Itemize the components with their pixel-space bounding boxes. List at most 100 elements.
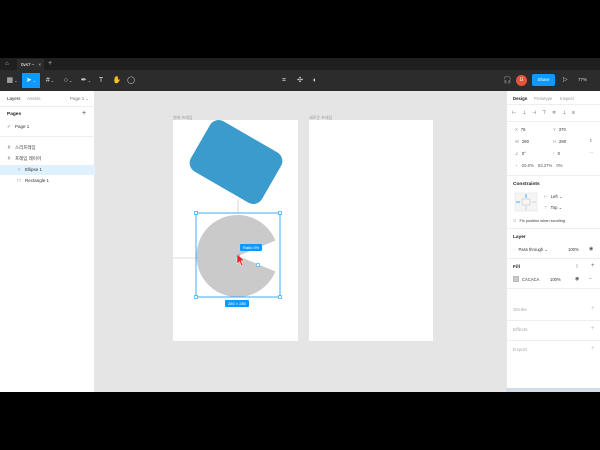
file-tab-label: 0vs7 –	[21, 62, 35, 67]
frame-icon: #	[7, 156, 11, 162]
align-bottom-icon[interactable]: ⊥	[562, 109, 566, 117]
align-right-icon[interactable]: ⊣	[532, 109, 536, 117]
pen-tool-icon[interactable]: ✒⌄	[78, 73, 94, 88]
more-options-icon[interactable]: ⋯	[589, 150, 593, 155]
check-icon: ✓	[6, 124, 12, 130]
add-effect-button[interactable]: +	[591, 326, 595, 332]
left-panel-tabs: Layers Assets Page 1 ⌄	[0, 91, 95, 107]
close-tab-icon[interactable]: ×	[38, 59, 41, 70]
divider	[507, 175, 600, 176]
tab-layers[interactable]: Layers	[7, 96, 21, 101]
components-icon[interactable]: ✣	[295, 73, 305, 88]
new-tab-button[interactable]: +	[48, 58, 52, 70]
corner-value: 0	[557, 151, 560, 156]
page-dropdown[interactable]: Page 1 ⌄	[70, 96, 89, 102]
fill-opacity[interactable]: 100%	[550, 277, 561, 282]
move-tool-icon[interactable]: ➤⌄	[22, 73, 40, 88]
tab-inspect[interactable]: Inspect	[560, 96, 574, 101]
toolbar: ▦⌄ ➤⌄ #⌄ ○⌄ ✒⌄ T ✋ ◯ ⌗ ✣ ◐ 🎧 U Share ▷ 7…	[0, 70, 600, 91]
x-field[interactable]: X 76	[515, 127, 525, 132]
align-center-h-icon[interactable]: ⊥	[522, 109, 526, 117]
ellipse-shape[interactable]	[196, 215, 276, 297]
layer-opacity[interactable]: 100%	[568, 247, 579, 252]
page-item[interactable]: ✓ Page 1	[0, 122, 95, 132]
constraints-widget[interactable]	[513, 191, 539, 213]
add-page-button[interactable]: +	[82, 110, 86, 117]
size-badge: 280 × 280	[225, 300, 249, 307]
home-icon[interactable]: ⌂	[5, 61, 11, 67]
align-top-icon[interactable]: ⊤	[542, 109, 546, 117]
fill-swatch[interactable]	[513, 276, 519, 282]
share-button[interactable]: Share	[532, 74, 555, 86]
divider	[507, 121, 600, 122]
headset-icon[interactable]: 🎧	[503, 75, 512, 86]
zoom-dropdown[interactable]: 77%	[578, 74, 587, 86]
y-field[interactable]: Y 370	[553, 127, 566, 132]
resize-handle[interactable]	[278, 295, 282, 299]
canvas[interactable]: 원래 프레임 새로운 프레임 Ratio 0% 280 × 280	[95, 91, 506, 392]
alignment-row: ⊢ ⊥ ⊣ ⊤ ≑ ⊥ ≡	[512, 109, 598, 117]
divider	[507, 258, 600, 259]
arc-handle[interactable]	[255, 262, 261, 268]
add-stroke-button[interactable]: +	[591, 306, 595, 312]
distribute-icon[interactable]: ≡	[572, 109, 575, 117]
frame-icon: #	[7, 145, 11, 151]
resize-handle[interactable]	[194, 295, 198, 299]
rotation-field[interactable]: ∠ 0°	[515, 151, 526, 156]
contrast-icon[interactable]: ◐	[310, 73, 320, 88]
webcam-overlay: ?	[506, 388, 600, 392]
width-field[interactable]: W 280	[515, 139, 529, 144]
arc-field[interactable]: ◔ -25.0% 83.37% 0%	[515, 163, 562, 168]
constraint-v-value: Top	[550, 205, 558, 210]
main-menu-icon[interactable]: ▦⌄	[4, 73, 20, 88]
divider	[507, 288, 600, 289]
effects-title: Effects	[513, 328, 528, 333]
fill-visibility-icon[interactable]: ◉	[575, 276, 579, 282]
visibility-icon[interactable]: ◉	[589, 246, 593, 252]
constraint-h-value: Left	[550, 194, 558, 199]
constrain-proportions-icon[interactable]: ⇕	[589, 138, 593, 143]
layer-label: 스리프레임	[15, 145, 36, 150]
file-tab[interactable]: 0vs7 – ×	[17, 59, 44, 70]
resize-handle[interactable]	[194, 211, 198, 215]
h-value: 280	[559, 139, 567, 144]
add-export-button[interactable]: +	[591, 346, 595, 352]
rectangle-shape[interactable]	[186, 116, 286, 207]
remove-fill-icon[interactable]: −	[589, 276, 592, 282]
constraints-title: Constraints	[513, 182, 540, 187]
frame-tool-icon[interactable]: #⌄	[42, 73, 58, 88]
right-panel-tabs: Design Prototype Inspect	[507, 91, 600, 105]
layer-rectangle[interactable]: □ Rectangle 1	[0, 176, 95, 186]
user-avatar[interactable]: U	[516, 75, 527, 86]
align-left-icon[interactable]: ⊢	[512, 109, 516, 117]
canvas-shapes	[173, 116, 286, 299]
comment-tool-icon[interactable]: ◯	[126, 73, 136, 88]
tab-prototype[interactable]: Prototype	[534, 96, 552, 101]
layer-label: 프레임 레이어	[15, 156, 42, 161]
present-icon[interactable]: ▷	[563, 74, 568, 86]
arc-ratio-value: 0%	[556, 163, 563, 168]
corner-radius-field[interactable]: ◜ 0	[553, 151, 560, 156]
blend-mode-dropdown[interactable]: ◌ Pass through ⌄	[513, 247, 548, 252]
ellipse-icon: ○	[17, 167, 21, 173]
constraint-vertical-dropdown[interactable]: ⊤ Top ⌄	[544, 205, 562, 210]
constraint-horizontal-dropdown[interactable]: ⊢ Left ⌄	[544, 194, 562, 199]
fill-hex[interactable]: CACACA	[522, 277, 539, 282]
height-field[interactable]: H 280	[553, 139, 566, 144]
tab-design[interactable]: Design	[513, 96, 527, 101]
resize-handle[interactable]	[278, 211, 282, 215]
align-middle-icon[interactable]: ≑	[552, 109, 556, 117]
layer-frame-1[interactable]: # 스리프레임	[0, 143, 95, 153]
layer-frame-2[interactable]: # 프레임 레이어	[0, 154, 95, 164]
fix-scroll-checkbox[interactable]: ☐ Fix position when scrolling	[513, 218, 565, 223]
crop-icon[interactable]: ⌗	[279, 73, 289, 88]
tab-assets[interactable]: Assets	[27, 96, 41, 101]
text-tool-icon[interactable]: T	[96, 73, 106, 88]
shape-tool-icon[interactable]: ○⌄	[60, 73, 76, 88]
arc-start-value: -25.0%	[520, 163, 534, 168]
stroke-title: Stroke	[513, 308, 527, 313]
fill-styles-icon[interactable]: ⁞⁞	[576, 264, 578, 269]
hand-tool-icon[interactable]: ✋	[112, 73, 122, 88]
add-fill-button[interactable]: +	[591, 263, 595, 269]
layer-ellipse[interactable]: ○ Ellipse 1	[0, 165, 95, 175]
